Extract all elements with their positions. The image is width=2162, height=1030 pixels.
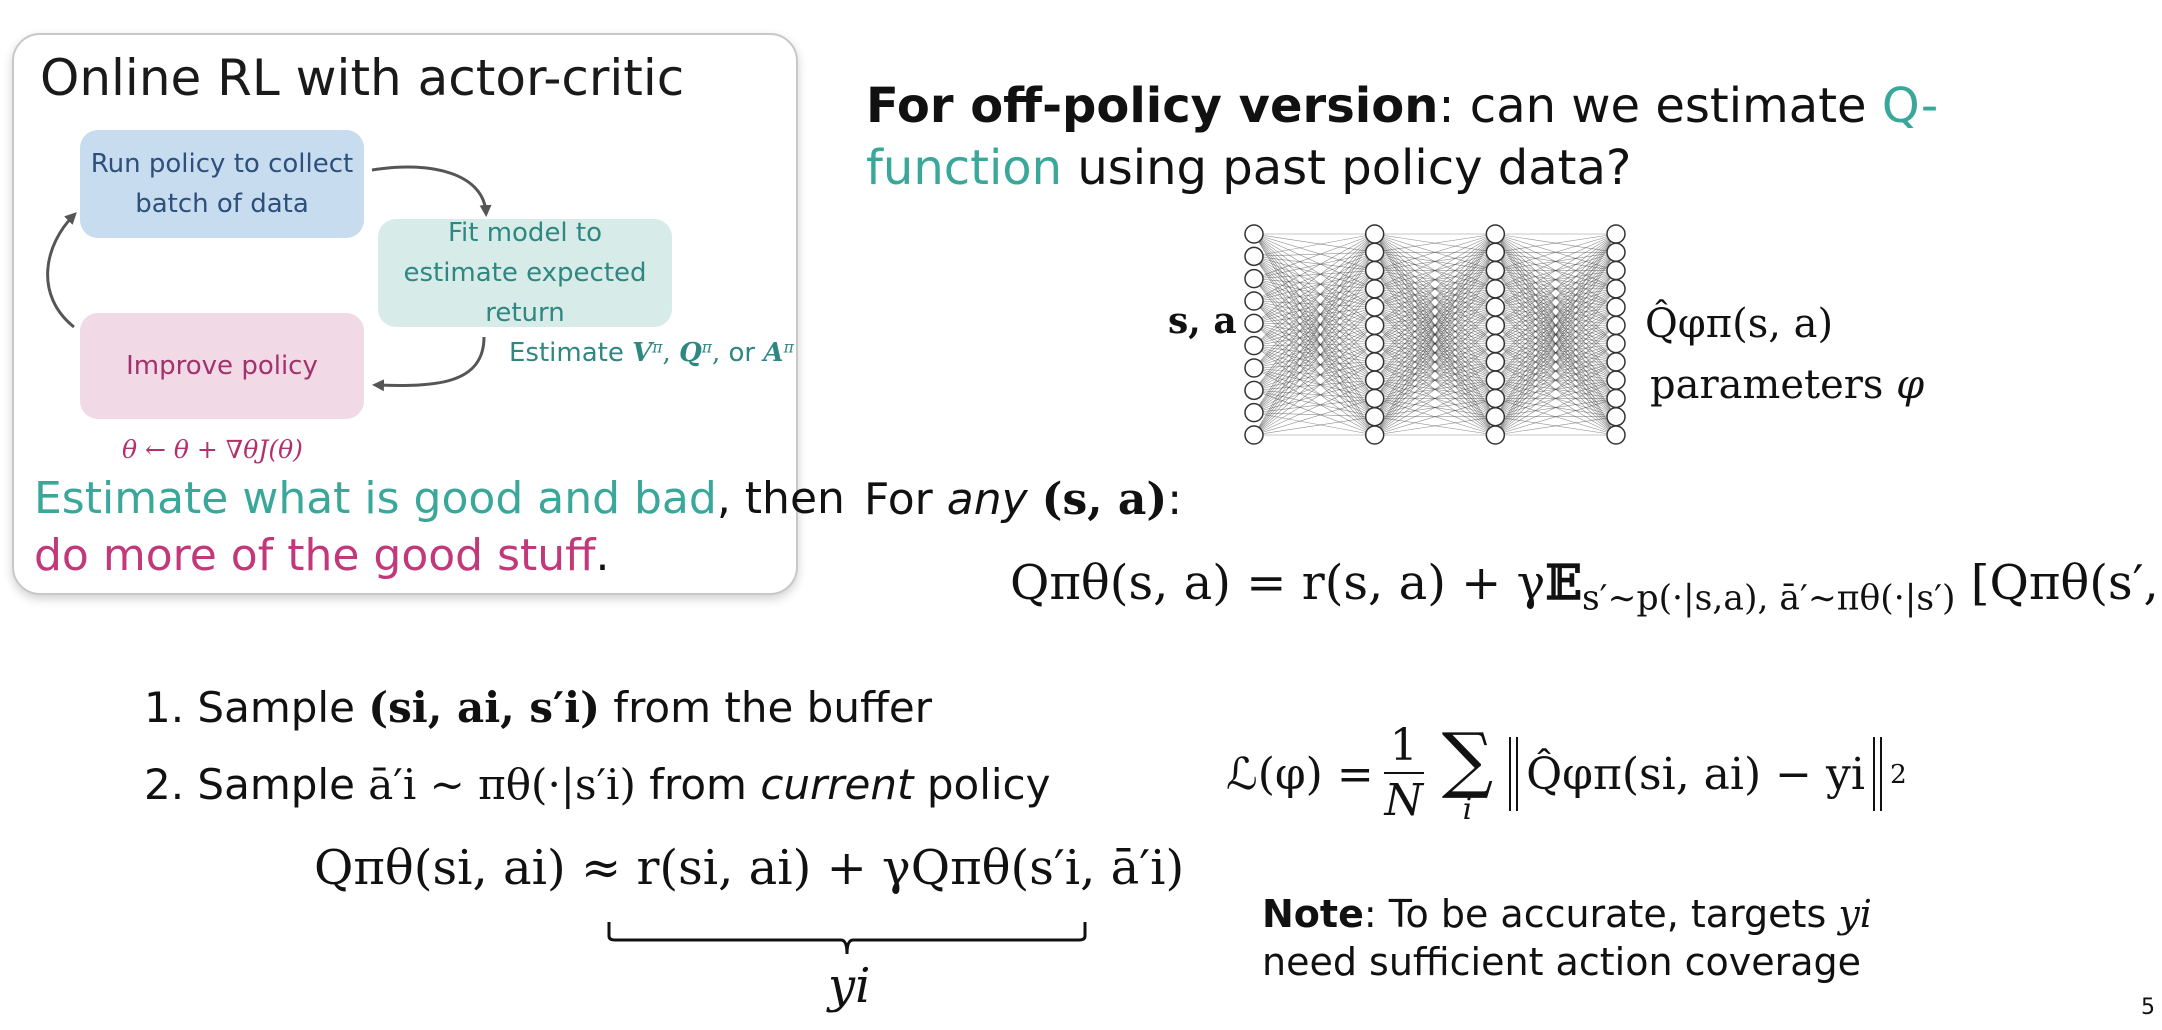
loss-equation: ℒ(φ) = 1N ∑ i Q̂φπ(si, ai) − yi 2 (1226, 717, 1907, 827)
network-node-layer-0 (1244, 380, 1264, 401)
network-node-layer-0 (1244, 313, 1264, 334)
network-node-layer-2 (1485, 352, 1506, 372)
page-number: 5 (2141, 995, 2155, 1020)
network-node-layer-3 (1606, 315, 1626, 336)
network-input-label: s, a (1168, 300, 1237, 342)
underbrace (607, 922, 1087, 955)
network-node-layer-2 (1485, 297, 1506, 317)
network-node-layer-2 (1485, 315, 1506, 336)
network-node-layer-1 (1364, 297, 1385, 317)
network-node-layer-0 (1244, 358, 1264, 378)
network-node-layer-3 (1606, 333, 1626, 354)
network-edge (1253, 278, 1375, 308)
network-node-layer-1 (1364, 279, 1385, 299)
network-node-layer-1 (1364, 388, 1385, 409)
network-edge (1253, 233, 1375, 253)
network-node-layer-3 (1606, 279, 1626, 299)
arrow-run-to-fit (371, 165, 492, 217)
network-node-layer-1 (1364, 352, 1385, 372)
q-network-diagram (1244, 224, 1626, 445)
network-node-layer-0 (1244, 402, 1264, 423)
network-node-layer-2 (1485, 388, 1506, 409)
network-node-layer-3 (1606, 352, 1626, 372)
network-output-label: Q̂φπ(s, a) (1645, 301, 1834, 347)
network-node-layer-3 (1606, 425, 1626, 445)
network-node-layer-3 (1606, 388, 1626, 409)
arrow-improve-to-run (46, 212, 77, 329)
network-node-layer-1 (1364, 333, 1385, 354)
network-node-layer-1 (1364, 242, 1385, 263)
network-edge (1253, 398, 1375, 436)
target-y-label: yi (828, 958, 871, 1014)
network-edge (1253, 233, 1375, 271)
actor-critic-panel: Online RL with actor-critic Run policy t… (12, 33, 845, 595)
network-node-layer-2 (1485, 406, 1506, 427)
network-node-layer-1 (1364, 224, 1385, 244)
arrow-fit-to-improve (372, 336, 486, 392)
network-node-layer-2 (1485, 224, 1506, 244)
step-1: 1. Sample (si, ai, s′i) from the buffer (144, 683, 932, 732)
network-node-layer-0 (1244, 224, 1264, 244)
network-node-layer-3 (1606, 370, 1626, 390)
description-line-2: do more of the good stuff. (34, 530, 610, 581)
network-node-layer-3 (1606, 242, 1626, 263)
network-params-label: parameters φ (1650, 362, 1925, 408)
network-node-layer-1 (1364, 425, 1385, 445)
network-node-layer-2 (1485, 333, 1506, 354)
network-node-layer-2 (1485, 370, 1506, 390)
network-node-layer-1 (1364, 260, 1385, 281)
network-node-layer-0 (1244, 335, 1264, 356)
network-node-layer-0 (1244, 246, 1264, 267)
bellman-equation: Qπθ(s, a) = r(s, a) + γ𝔼s′∼p(·|s,a), ā′∼… (1010, 555, 2162, 619)
network-node-layer-3 (1606, 224, 1626, 244)
offpolicy-heading: For off-policy version: can we estimate … (866, 78, 1939, 196)
network-edge (1253, 256, 1375, 271)
network-node-layer-1 (1364, 406, 1385, 427)
network-node-layer-3 (1606, 260, 1626, 281)
network-node-layer-2 (1485, 242, 1506, 263)
estimate-label: Estimate Vπ, Qπ, or Aπ (509, 338, 794, 368)
network-node-layer-3 (1606, 406, 1626, 427)
network-node-layer-2 (1485, 279, 1506, 299)
network-node-layer-2 (1485, 425, 1506, 445)
network-edge (1253, 416, 1375, 436)
accuracy-note: Note: To be accurate, targets yi need su… (1262, 892, 1872, 984)
network-node-layer-0 (1244, 425, 1264, 445)
target-approximation: Qπθ(si, ai) ≈ r(si, ai) + γQπθ(s′i, ā′i) (314, 840, 1185, 896)
network-node-layer-1 (1364, 370, 1385, 390)
network-node-layer-2 (1485, 260, 1506, 281)
network-edge (1253, 233, 1375, 413)
step-2: 2. Sample ā′i ∼ πθ(·|s′i) from current p… (144, 760, 1051, 809)
network-node-layer-0 (1244, 268, 1264, 289)
network-node-layer-1 (1364, 315, 1385, 336)
for-any-line: For any (s, a): (864, 474, 1183, 525)
policy-update-equation: θ ← θ + ∇θJ(θ) (122, 435, 303, 464)
description-line-1: Estimate what is good and bad, then (34, 473, 845, 524)
network-node-layer-0 (1244, 291, 1264, 311)
network-node-layer-3 (1606, 297, 1626, 317)
